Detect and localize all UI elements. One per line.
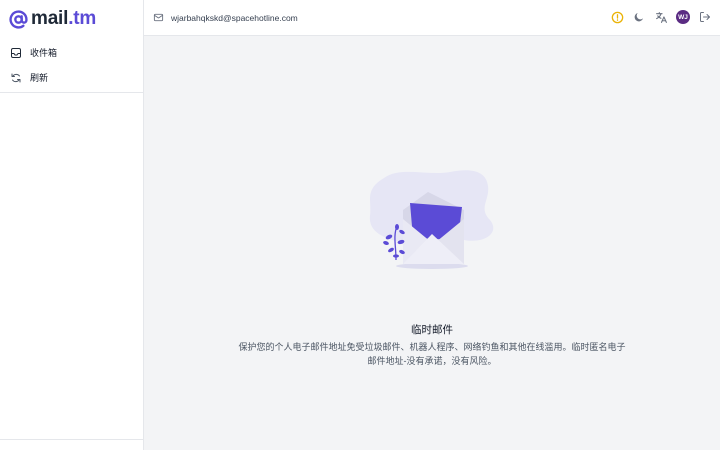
avatar[interactable]: WJ (676, 10, 690, 24)
main-content: 临时邮件 保护您的个人电子邮件地址免受垃圾邮件、机器人程序、网络钓鱼和其他在线滥… (144, 36, 720, 450)
email-address: wjarbahqkskd@spacehotline.com (171, 12, 298, 23)
warning-icon[interactable] (610, 10, 624, 24)
sidebar-divider (0, 92, 143, 93)
sidebar-item-label: 收件箱 (30, 48, 58, 58)
moon-icon[interactable] (632, 10, 646, 24)
logo[interactable]: mail.tm (9, 8, 96, 30)
translate-icon[interactable] (654, 10, 668, 24)
logo-mail: mail (31, 8, 69, 29)
logo-tm: .tm (68, 8, 97, 29)
empty-state-description: 保护您的个人电子邮件地址免受垃圾邮件、机器人程序、网络钓鱼和其他在线滥用。临时匿… (238, 342, 626, 366)
current-email[interactable]: wjarbahqkskd@spacehotline.com (153, 12, 298, 23)
sidebar-item-refresh[interactable]: 刷新 (0, 65, 143, 90)
refresh-icon (10, 72, 22, 84)
top-bar: wjarbahqkskd@spacehotline.com WJ (144, 0, 720, 36)
at-sign-icon (9, 9, 28, 29)
top-actions: WJ (602, 10, 712, 24)
sidebar-item-inbox[interactable]: 收件箱 (0, 40, 143, 65)
sidebar-nav: 收件箱 刷新 (0, 40, 143, 90)
empty-inbox-illustration (369, 170, 494, 269)
sidebar: mail.tm 收件箱 刷新 (0, 0, 144, 450)
sidebar-bottom-divider (0, 439, 143, 440)
envelope-icon (153, 13, 164, 22)
logo-text: mail.tm (31, 8, 96, 30)
empty-state-title: 临时邮件 (411, 324, 453, 336)
inbox-icon (10, 47, 22, 59)
sidebar-item-label: 刷新 (30, 73, 49, 83)
logout-icon[interactable] (698, 10, 712, 24)
